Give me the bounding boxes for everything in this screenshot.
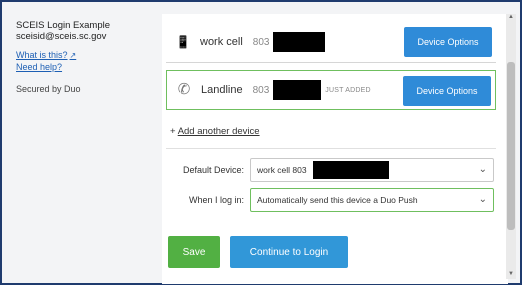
sidebar: SCEIS Login Example sceisid@sceis.sc.gov… [16,20,156,94]
redaction-bar [273,80,322,100]
device-name: Landline [201,84,243,96]
add-another-device-link[interactable]: Add another device [178,126,260,137]
scroll-thumb[interactable] [507,62,515,230]
add-device[interactable]: + Add another device [170,126,260,137]
device-options-button[interactable]: Device Options [403,76,491,106]
redaction-bar [273,32,326,52]
device-options-button[interactable]: Device Options [404,27,492,57]
landline-icon: ✆ [177,81,191,98]
default-device-label: Default Device: [182,165,244,175]
external-link-icon: ↗ [69,51,77,60]
default-device-value: work cell 803 [257,165,307,175]
scroll-up-icon[interactable]: ▲ [507,14,515,22]
device-number: 803 [252,84,270,96]
just-added-badge: JUST ADDED [325,86,371,94]
chevron-down-icon: ⌄ [478,194,487,205]
default-device-row: Default Device: work cell 803 ⌄ [166,157,496,183]
phone-icon: 📱 [175,35,191,49]
scrollbar[interactable]: ▲ ▼ [506,14,516,279]
org-name: SCEIS Login Example [16,20,110,31]
when-login-row: When I log in: Automatically send this d… [166,187,496,213]
when-login-label: When I log in: [188,195,244,205]
continue-to-login-button[interactable]: Continue to Login [230,236,348,268]
when-login-select[interactable]: Automatically send this device a Duo Pus… [250,188,494,212]
secured-by-text: Secured by Duo [16,84,81,94]
scroll-down-icon[interactable]: ▼ [507,271,515,279]
org-email: sceisid@sceis.sc.gov [16,31,107,42]
save-button[interactable]: Save [168,236,220,268]
device-row: ✆ Landline 803 JUST ADDED Device Options [166,70,496,110]
what-is-this-label: What is this? [16,50,68,60]
device-number: 803 [252,36,270,48]
redaction-bar [312,161,389,179]
default-device-select[interactable]: work cell 803 ⌄ [250,158,494,182]
device-row: 📱 work cell 803 Device Options [166,22,496,63]
chevron-down-icon: ⌄ [478,164,487,175]
add-device-prefix: + [170,126,176,137]
what-is-this-link[interactable]: What is this? ↗ [16,50,156,60]
need-help-link[interactable]: Need help? [16,62,156,72]
duo-window: SCEIS Login Example sceisid@sceis.sc.gov… [0,0,522,285]
main-panel: 📱 work cell 803 Device Options ✆ Landlin… [162,14,508,284]
device-name: work cell [200,36,243,48]
when-login-value: Automatically send this device a Duo Pus… [257,195,418,205]
settings-section: Default Device: work cell 803 ⌄ When I l… [166,148,496,219]
